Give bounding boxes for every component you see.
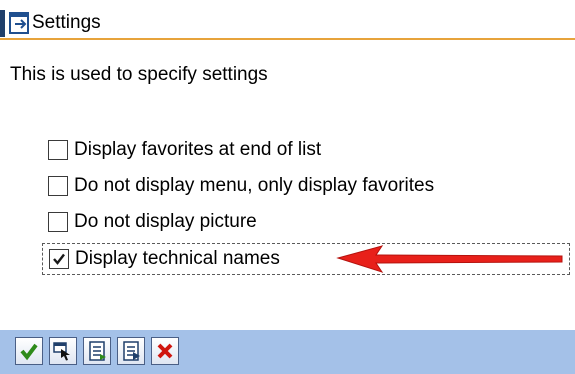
checkmark-icon — [53, 253, 65, 265]
select-icon — [53, 342, 70, 361]
list-icon — [89, 341, 106, 361]
list-detail-icon — [123, 341, 140, 361]
red-arrow-icon — [336, 245, 563, 273]
exit-window-icon — [9, 12, 29, 34]
option-favorites-end-of-list[interactable]: Display favorites at end of list — [42, 134, 570, 166]
check-icon — [20, 343, 38, 361]
cancel-button[interactable] — [151, 337, 179, 365]
checkbox-do-not-display-picture[interactable] — [48, 212, 68, 232]
window-title: Settings — [32, 12, 101, 33]
settings-description: This is used to specify settings — [10, 64, 268, 85]
select-button[interactable] — [49, 337, 77, 365]
option-label: Display favorites at end of list — [74, 139, 322, 160]
checkbox-display-technical-names[interactable] — [49, 249, 69, 269]
option-do-not-display-picture[interactable]: Do not display picture — [42, 206, 570, 238]
option-only-display-favorites[interactable]: Do not display menu, only display favori… — [42, 170, 570, 202]
list-button[interactable] — [83, 337, 111, 365]
title-accent-bar — [0, 10, 5, 37]
checkbox-only-display-favorites[interactable] — [48, 176, 68, 196]
list-detail-button[interactable] — [117, 337, 145, 365]
title-bar: Settings — [0, 0, 575, 40]
checkbox-favorites-end-of-list[interactable] — [48, 140, 68, 160]
option-label: Display technical names — [75, 248, 280, 269]
cancel-icon — [157, 343, 173, 359]
option-label: Do not display picture — [74, 211, 257, 232]
bottom-toolbar — [0, 330, 575, 374]
confirm-button[interactable] — [15, 337, 43, 365]
option-label: Do not display menu, only display favori… — [74, 175, 435, 196]
